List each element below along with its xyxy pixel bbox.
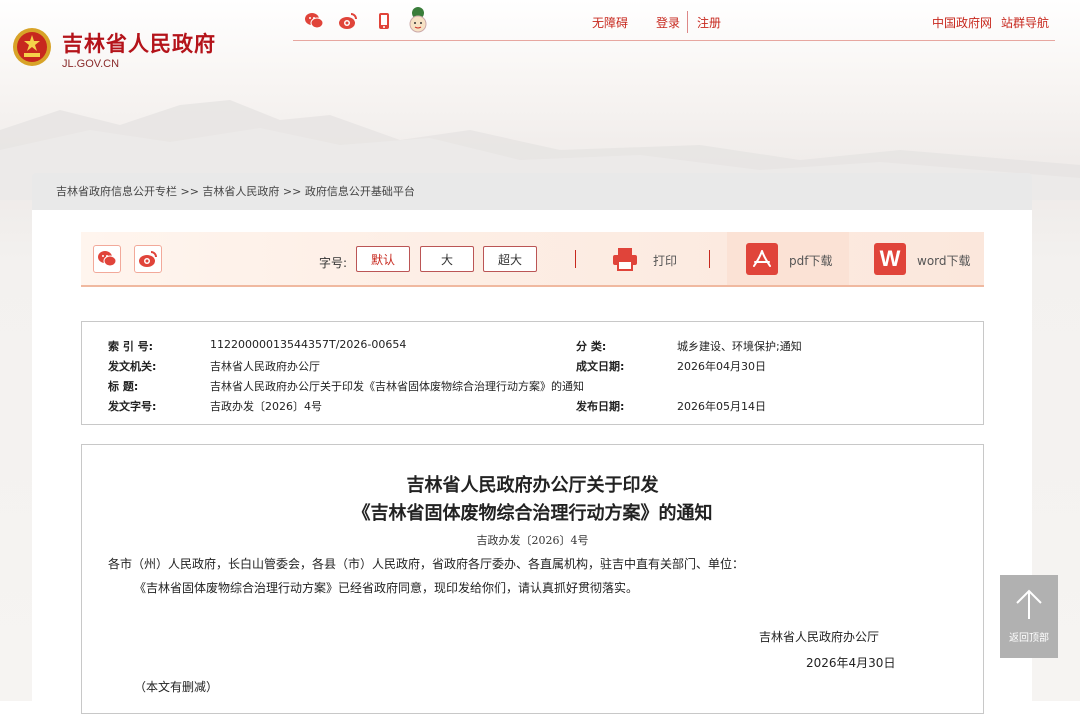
meta-index-value: 11220000013544357T/2026-00654 — [210, 338, 407, 351]
toolbar-divider — [575, 250, 576, 268]
font-size-label: 字号: — [319, 256, 348, 270]
share-wechat-icon[interactable] — [93, 245, 121, 273]
register-link[interactable]: 注册 — [697, 14, 721, 31]
font-large-button[interactable]: 大 — [420, 246, 474, 272]
word-icon[interactable]: W — [874, 243, 906, 275]
meta-title-value: 吉林省人民政府办公厅关于印发《吉林省固体废物综合治理行动方案》的通知 — [210, 380, 584, 393]
doc-title-line1: 吉林省人民政府办公厅关于印发 — [406, 475, 659, 496]
meta-docno-label: 发文字号: — [108, 400, 157, 413]
site-domain: JL.GOV.CN — [62, 58, 120, 70]
wechat-icon[interactable] — [303, 11, 325, 31]
weibo-icon[interactable] — [337, 11, 359, 31]
meta-published-value: 2026年05月14日 — [677, 400, 766, 413]
breadcrumb[interactable]: 吉林省政府信息公开专栏 >> 吉林省人民政府 >> 政府信息公开基础平台 — [32, 173, 1032, 210]
toolbar-divider-2 — [709, 250, 710, 268]
meta-issuer-label: 发文机关: — [108, 360, 157, 373]
login-divider — [687, 11, 688, 33]
meta-index-label: 索 引 号: — [108, 340, 154, 353]
font-xlarge-button[interactable]: 超大 — [483, 246, 537, 272]
back-to-top-label: 返回顶部 — [1009, 633, 1049, 644]
share-weibo-icon[interactable] — [134, 245, 162, 273]
meta-title-label: 标 题: — [108, 380, 139, 393]
pdf-icon[interactable] — [746, 243, 778, 275]
arrow-up-icon — [1016, 589, 1042, 619]
back-to-top-button[interactable]: 返回顶部 — [1000, 575, 1058, 658]
doc-title-line2: 《吉林省固体废物综合治理行动方案》的通知 — [352, 503, 713, 524]
header-divider — [293, 40, 1055, 41]
login-link[interactable]: 登录 — [656, 14, 680, 31]
gov-cn-link[interactable]: 中国政府网 — [932, 14, 992, 31]
site-title[interactable]: 吉林省人民政府 — [62, 28, 216, 58]
meta-written-value: 2026年04月30日 — [677, 360, 766, 373]
doc-salutation: 各市（州）人民政府，长白山管委会，各县（市）人民政府，省政府各厅委办、各直属机构… — [108, 557, 745, 571]
meta-issuer-value: 吉林省人民政府办公厅 — [210, 360, 320, 373]
print-button[interactable]: 打印 — [653, 252, 677, 269]
mascot-icon[interactable] — [406, 4, 430, 34]
meta-category-value: 城乡建设、环境保护;通知 — [677, 340, 802, 353]
site-nav-link[interactable]: 站群导航 — [1001, 14, 1049, 31]
meta-published-label: 发布日期: — [576, 400, 625, 413]
doc-number: 吉政办发〔2026〕4号 — [476, 534, 589, 547]
meta-written-label: 成文日期: — [576, 360, 625, 373]
font-default-button[interactable]: 默认 — [356, 246, 410, 272]
pdf-download-button[interactable]: pdf下载 — [789, 252, 832, 269]
doc-body: 《吉林省固体废物综合治理行动方案》已经省政府同意，现印发给你们，请认真抓好贯彻落… — [134, 581, 639, 595]
emblem-icon[interactable] — [12, 27, 52, 67]
accessibility-link[interactable]: 无障碍 — [592, 14, 628, 31]
word-download-button[interactable]: word下载 — [917, 252, 971, 269]
mobile-icon[interactable] — [376, 11, 392, 31]
doc-date: 2026年4月30日 — [806, 656, 896, 670]
doc-signature: 吉林省人民政府办公厅 — [759, 630, 880, 644]
meta-category-label: 分 类: — [576, 340, 607, 353]
printer-icon[interactable] — [612, 246, 638, 272]
meta-docno-value: 吉政办发〔2026〕4号 — [210, 400, 322, 413]
doc-note: （本文有删减） — [134, 680, 219, 694]
